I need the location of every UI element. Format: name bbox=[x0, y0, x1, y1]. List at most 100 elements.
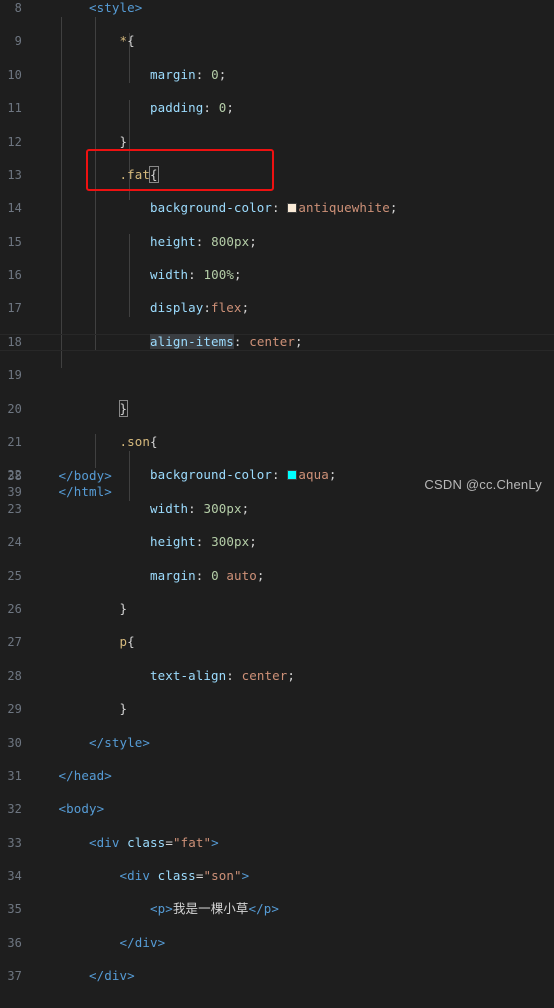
code-line[interactable]: 30 </style> bbox=[0, 735, 554, 752]
token-prop-display: display bbox=[150, 300, 204, 316]
code-line[interactable]: 24 height: 300px; bbox=[0, 534, 554, 551]
code-line[interactable]: 17 display:flex; bbox=[0, 300, 554, 317]
token-attr-class: class bbox=[127, 834, 166, 850]
line-content[interactable]: } bbox=[28, 701, 554, 718]
line-content[interactable]: <body> bbox=[28, 801, 554, 818]
line-number: 18 bbox=[7, 334, 22, 349]
token-attr-class: class bbox=[157, 868, 196, 884]
code-line[interactable]: 26 } bbox=[0, 601, 554, 618]
code-line[interactable]: 25 margin: 0 auto; bbox=[0, 568, 554, 585]
line-content[interactable]: background-color: antiquewhite; bbox=[28, 200, 554, 217]
token-prop-width: width bbox=[150, 500, 189, 516]
line-number: 36 bbox=[7, 935, 22, 950]
token-prop-background-color: background-color bbox=[150, 200, 273, 216]
code-line[interactable]: 23 width: 300px; bbox=[0, 501, 554, 518]
token-gt: > bbox=[211, 834, 219, 850]
token-body-close: </body> bbox=[58, 467, 112, 483]
token-value-800px: 800px bbox=[211, 233, 250, 249]
code-line[interactable]: 20 } bbox=[0, 399, 554, 418]
token-colon: : bbox=[203, 300, 212, 316]
code-line[interactable]: 13 .fat{ bbox=[0, 165, 554, 184]
line-content[interactable]: <style> bbox=[28, 0, 554, 17]
line-content[interactable]: align-items: center; bbox=[28, 333, 554, 350]
line-content[interactable]: </div> bbox=[28, 968, 554, 985]
line-number: 13 bbox=[7, 167, 22, 182]
code-line[interactable]: 12 } bbox=[0, 134, 554, 151]
line-content[interactable]: </style> bbox=[28, 735, 554, 752]
line-number: 20 bbox=[7, 401, 22, 416]
token-value-300px: 300px bbox=[203, 500, 242, 516]
line-content[interactable]: *{ bbox=[28, 33, 554, 50]
token-brace-open-matched: { bbox=[149, 165, 159, 183]
code-line[interactable]: 11 padding: 0; bbox=[0, 100, 554, 117]
line-number: 34 bbox=[7, 869, 22, 884]
line-content[interactable]: height: 800px; bbox=[28, 234, 554, 251]
token-colon: : bbox=[203, 100, 212, 116]
token-body-open: <body> bbox=[58, 801, 105, 817]
code-line[interactable]: 33 <div class="fat"> bbox=[0, 835, 554, 852]
code-rows[interactable]: 8 <style> 9 *{ 10 margin: 0; 11 padding:… bbox=[0, 0, 554, 983]
line-content[interactable]: display:flex; bbox=[28, 300, 554, 317]
line-content[interactable]: .son{ bbox=[28, 434, 554, 451]
code-line[interactable]: 14 background-color: antiquewhite; bbox=[0, 200, 554, 217]
token-p-open: <p> bbox=[150, 901, 173, 917]
code-line[interactable]: 28 text-align: center; bbox=[0, 668, 554, 685]
token-prop-padding: padding bbox=[150, 100, 204, 116]
line-content[interactable]: .fat{ bbox=[28, 165, 554, 184]
code-line[interactable]: 36 </div> bbox=[0, 935, 554, 952]
line-number: 29 bbox=[7, 702, 22, 717]
line-number: 27 bbox=[7, 635, 22, 650]
code-line[interactable]: 10 margin: 0; bbox=[0, 67, 554, 84]
code-line[interactable]: 35 <p>我是一棵小草</p> bbox=[0, 901, 554, 918]
line-number: 10 bbox=[7, 67, 22, 82]
line-content[interactable]: margin: 0; bbox=[28, 67, 554, 84]
token-prop-text-align: text-align bbox=[150, 667, 227, 683]
token-gt: > bbox=[241, 868, 250, 884]
token-semicolon: ; bbox=[256, 567, 265, 583]
line-content[interactable]: </div> bbox=[28, 935, 554, 952]
line-content[interactable]: } bbox=[28, 399, 554, 418]
line-content[interactable]: <div class="son"> bbox=[28, 868, 554, 885]
line-content[interactable]: <p>我是一棵小草</p> bbox=[28, 901, 554, 918]
line-content[interactable]: width: 300px; bbox=[28, 501, 554, 518]
code-line[interactable]: 21 .son{ bbox=[0, 434, 554, 451]
selected-word-align-items[interactable]: align-items bbox=[150, 333, 234, 349]
code-line[interactable]: 32 <body> bbox=[0, 801, 554, 818]
code-line[interactable]: 29 } bbox=[0, 701, 554, 718]
code-line[interactable]: 15 height: 800px; bbox=[0, 234, 554, 251]
token-colon: : bbox=[195, 534, 204, 550]
code-line[interactable]: 27 p{ bbox=[0, 634, 554, 651]
token-style-open: <style> bbox=[89, 0, 143, 15]
token-colon: : bbox=[188, 500, 196, 516]
line-content[interactable]: </head> bbox=[28, 768, 554, 785]
line-content[interactable]: text-align: center; bbox=[28, 668, 554, 685]
token-semicolon: ; bbox=[233, 267, 242, 283]
code-line-current[interactable]: 18 align-items: center; bbox=[0, 333, 554, 351]
line-number: 30 bbox=[7, 735, 22, 750]
code-editor[interactable]: 8 <style> 9 *{ 10 margin: 0; 11 padding:… bbox=[0, 0, 554, 983]
code-line[interactable]: 34 <div class="son"> bbox=[0, 868, 554, 885]
code-line[interactable]: 19 bbox=[0, 367, 554, 384]
line-number: 11 bbox=[7, 101, 22, 116]
line-number: 19 bbox=[7, 368, 22, 383]
token-prop-height: height bbox=[150, 534, 196, 550]
code-line[interactable]: 31 </head> bbox=[0, 768, 554, 785]
token-brace-close: } bbox=[119, 133, 128, 149]
line-content[interactable]: } bbox=[28, 134, 554, 151]
token-div-close: </div> bbox=[89, 968, 135, 984]
line-content[interactable]: height: 300px; bbox=[28, 534, 554, 551]
token-value-center: center bbox=[249, 333, 295, 349]
code-line[interactable]: 9 *{ bbox=[0, 33, 554, 50]
token-value-auto: auto bbox=[226, 567, 257, 583]
line-content[interactable]: padding: 0; bbox=[28, 100, 554, 117]
color-swatch-antiquewhite[interactable] bbox=[287, 203, 298, 214]
code-line[interactable]: 8 <style> bbox=[0, 0, 554, 17]
line-content[interactable]: } bbox=[28, 601, 554, 618]
line-content[interactable]: margin: 0 auto; bbox=[28, 568, 554, 585]
line-content[interactable]: width: 100%; bbox=[28, 267, 554, 284]
token-class-value-son: "son" bbox=[203, 868, 242, 884]
code-line[interactable]: 37 </div> bbox=[0, 968, 554, 985]
line-content[interactable]: p{ bbox=[28, 634, 554, 651]
line-content[interactable]: <div class="fat"> bbox=[28, 835, 554, 852]
code-line[interactable]: 16 width: 100%; bbox=[0, 267, 554, 284]
